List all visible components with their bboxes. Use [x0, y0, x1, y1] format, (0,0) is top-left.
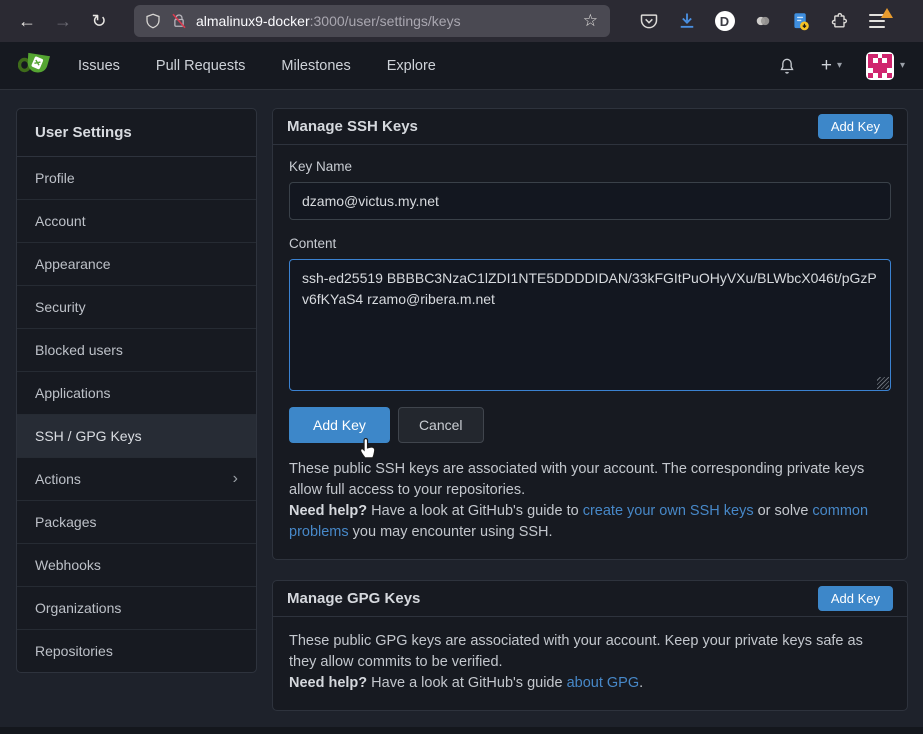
- sidebar-item-ssh-gpg-keys[interactable]: SSH / GPG Keys: [17, 415, 256, 458]
- gpg-panel-title: Manage GPG Keys: [287, 590, 420, 607]
- settings-sidebar: User Settings Profile Account Appearance…: [16, 108, 257, 673]
- ssh-add-key-header-button[interactable]: Add Key: [818, 114, 893, 139]
- nav-issues[interactable]: Issues: [78, 58, 120, 74]
- sidebar-item-organizations[interactable]: Organizations: [17, 587, 256, 630]
- gitea-navbar: Issues Pull Requests Milestones Explore …: [0, 42, 923, 90]
- nav-explore[interactable]: Explore: [387, 58, 436, 74]
- extension-d-icon[interactable]: D: [714, 11, 735, 32]
- chevron-right-icon: ›: [233, 471, 238, 487]
- extensions-puzzle-icon[interactable]: [828, 11, 849, 32]
- textarea-resize-handle[interactable]: [877, 377, 889, 389]
- footer-strip: [0, 727, 923, 734]
- insecure-lock-icon[interactable]: [170, 12, 188, 30]
- gpg-add-key-header-button[interactable]: Add Key: [818, 586, 893, 611]
- extension-document-icon[interactable]: [790, 11, 811, 32]
- sidebar-item-account[interactable]: Account: [17, 200, 256, 243]
- refresh-icon: ↻: [91, 11, 106, 32]
- back-icon: ←: [18, 11, 36, 32]
- nav-milestones[interactable]: Milestones: [281, 58, 350, 74]
- gitea-logo-icon[interactable]: [18, 50, 54, 82]
- toolbar-extensions-area: D: [638, 11, 887, 32]
- sidebar-item-webhooks[interactable]: Webhooks: [17, 544, 256, 587]
- manage-ssh-keys-panel: Manage SSH Keys Add Key Key Name Content…: [272, 108, 908, 560]
- url-host: almalinux9-docker: [196, 13, 310, 29]
- downloads-icon[interactable]: [676, 11, 697, 32]
- manage-gpg-keys-panel: Manage GPG Keys Add Key These public GPG…: [272, 580, 908, 711]
- url-text: almalinux9-docker:3000/user/settings/key…: [196, 13, 573, 29]
- nav-pull-requests[interactable]: Pull Requests: [156, 58, 245, 74]
- menu-hamburger-icon[interactable]: [866, 11, 887, 32]
- chevron-down-icon: ▾: [837, 60, 842, 71]
- forward-button[interactable]: →: [48, 6, 78, 36]
- chevron-down-icon: ▾: [900, 60, 905, 71]
- url-path: :3000/user/settings/keys: [310, 13, 461, 29]
- sidebar-item-appearance[interactable]: Appearance: [17, 243, 256, 286]
- key-name-label: Key Name: [289, 159, 891, 174]
- back-button[interactable]: ←: [12, 6, 42, 36]
- create-new-dropdown[interactable]: + ▾: [821, 56, 842, 75]
- url-bar[interactable]: almalinux9-docker:3000/user/settings/key…: [134, 5, 610, 37]
- about-gpg-link[interactable]: about GPG: [567, 675, 640, 691]
- extension-blob-icon[interactable]: [752, 11, 773, 32]
- bookmark-star-icon[interactable]: ☆: [581, 11, 600, 31]
- plus-icon: +: [821, 56, 832, 75]
- sidebar-item-repositories[interactable]: Repositories: [17, 630, 256, 672]
- user-menu-dropdown[interactable]: ▾: [866, 52, 905, 80]
- cancel-button[interactable]: Cancel: [398, 407, 484, 443]
- ssh-panel-title: Manage SSH Keys: [287, 118, 418, 135]
- update-badge: [881, 8, 893, 18]
- sidebar-item-applications[interactable]: Applications: [17, 372, 256, 415]
- avatar: [866, 52, 894, 80]
- mouse-pointer-cursor: [358, 437, 380, 463]
- sidebar-item-actions[interactable]: Actions ›: [17, 458, 256, 501]
- forward-icon: →: [54, 11, 72, 32]
- tracking-shield-icon[interactable]: [144, 12, 162, 30]
- gpg-help-text: These public GPG keys are associated wit…: [289, 631, 891, 694]
- content-label: Content: [289, 236, 891, 251]
- key-content-textarea[interactable]: ssh-ed25519 BBBBC3NzaC1lZDI1NTE5DDDDIDAN…: [289, 259, 891, 391]
- browser-toolbar: ← → ↻ almalinux9-docker:3000/user/settin…: [0, 0, 923, 42]
- ssh-help-text: These public SSH keys are associated wit…: [289, 459, 891, 543]
- create-ssh-keys-link[interactable]: create your own SSH keys: [583, 503, 754, 519]
- sidebar-item-profile[interactable]: Profile: [17, 157, 256, 200]
- notifications-bell-icon[interactable]: [777, 56, 797, 76]
- key-name-input[interactable]: [289, 182, 891, 220]
- sidebar-title: User Settings: [17, 109, 256, 157]
- pocket-icon[interactable]: [638, 11, 659, 32]
- sidebar-item-packages[interactable]: Packages: [17, 501, 256, 544]
- sidebar-item-security[interactable]: Security: [17, 286, 256, 329]
- refresh-button[interactable]: ↻: [84, 6, 114, 36]
- sidebar-item-blocked-users[interactable]: Blocked users: [17, 329, 256, 372]
